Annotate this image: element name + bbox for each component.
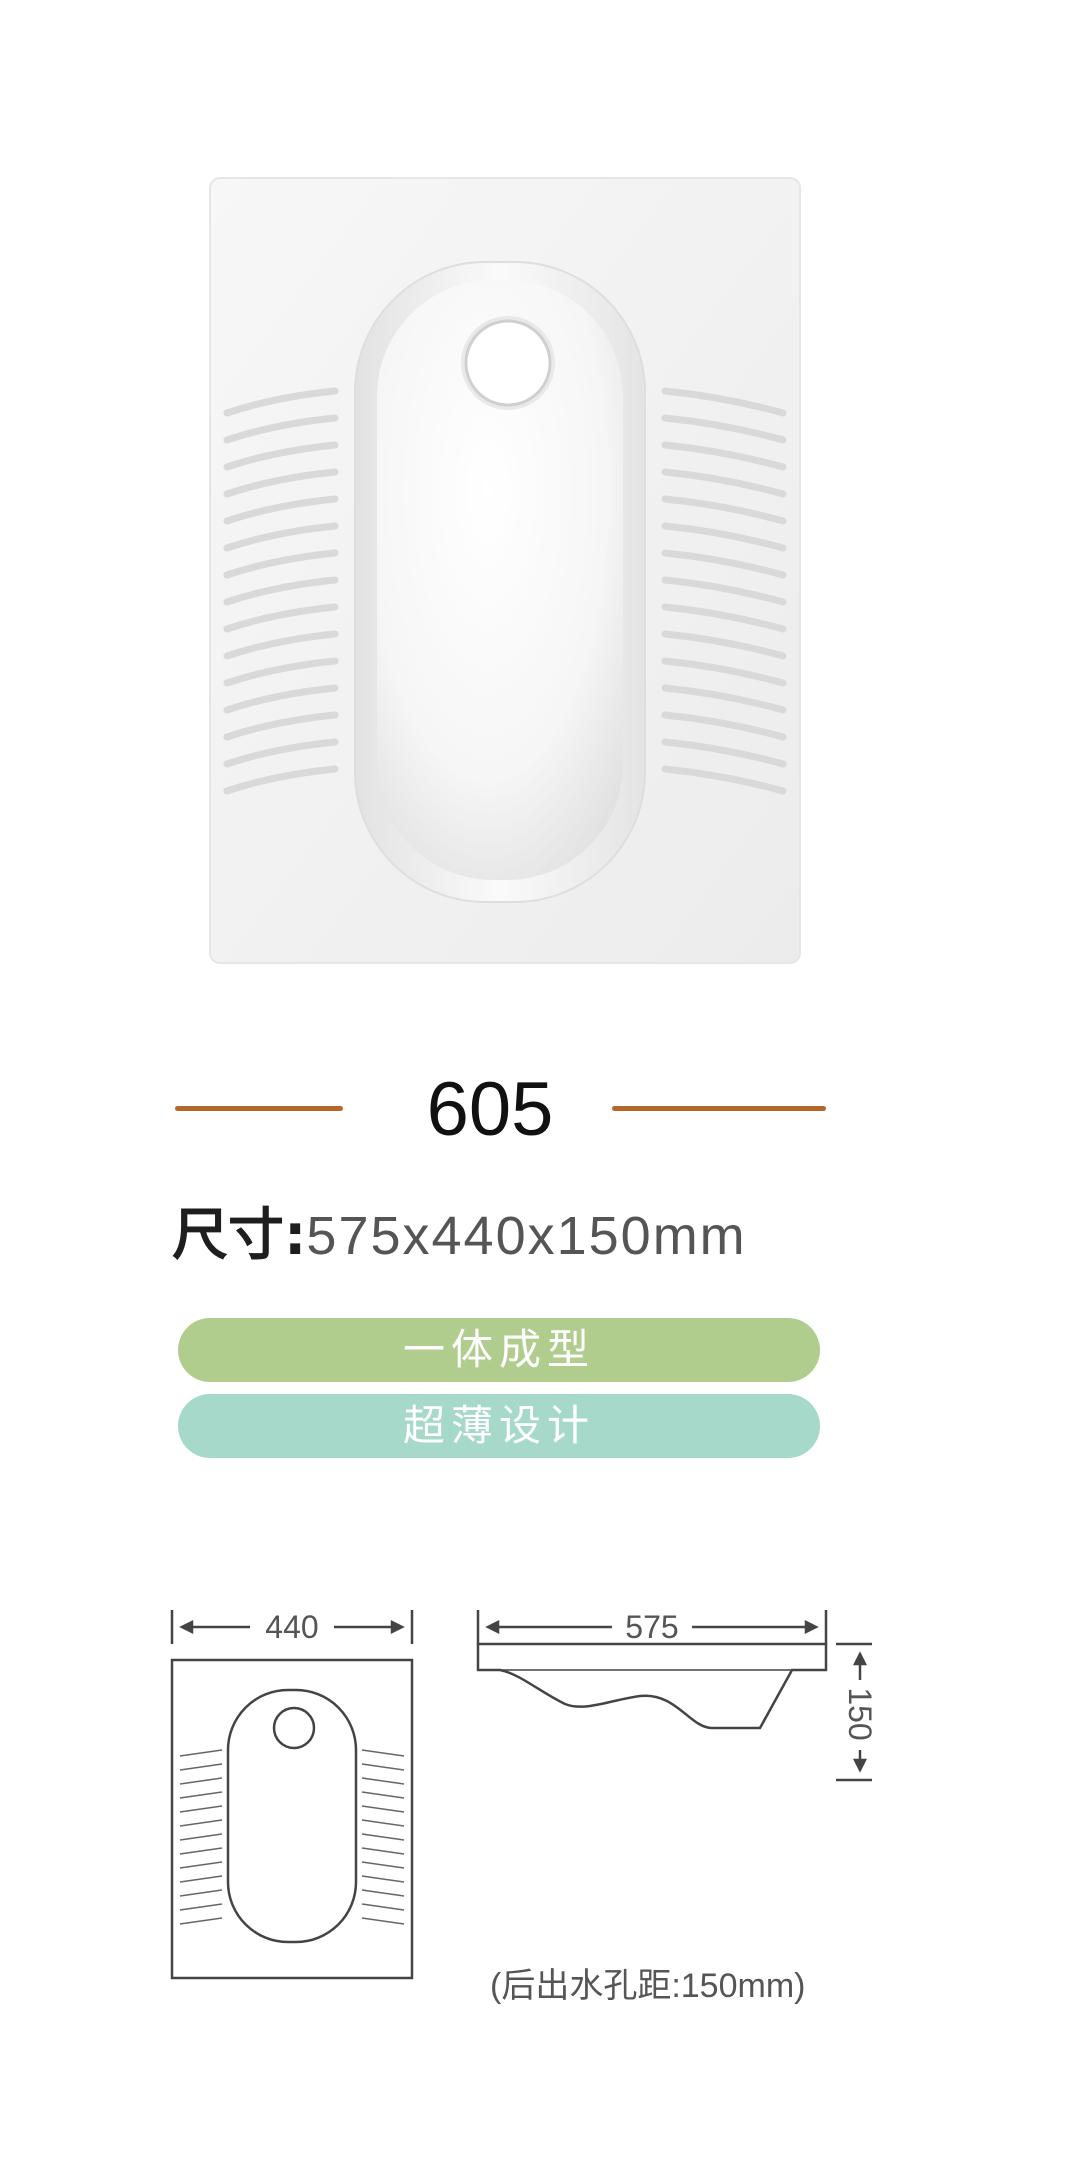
drawing-ridge xyxy=(361,1903,405,1911)
size-label: 尺寸: xyxy=(172,1203,307,1268)
drawing-ridge xyxy=(179,1819,223,1827)
drain-distance-note: (后出水孔距:150mm) xyxy=(490,1967,806,2005)
feature-badge-one-piece: 一体成型 xyxy=(178,1318,820,1382)
drawing-ridge xyxy=(179,1749,223,1757)
drawing-ridge xyxy=(179,1861,223,1869)
drawing-ridge xyxy=(361,1889,405,1897)
feature-badge-ultra-thin: 超薄设计 xyxy=(178,1394,820,1458)
drawing-ridge xyxy=(361,1791,405,1799)
drawing-ridge xyxy=(361,1749,405,1757)
top-width-label: 440 xyxy=(265,1609,318,1645)
drawing-ridge xyxy=(361,1917,405,1925)
drawing-ridge xyxy=(179,1889,223,1897)
squat-toilet-photo xyxy=(209,177,801,964)
drawing-ridge xyxy=(179,1903,223,1911)
drawing-ridge xyxy=(361,1819,405,1827)
drawing-ridge xyxy=(179,1763,223,1771)
side-height-label: 150 xyxy=(842,1687,878,1740)
drawing-ridge xyxy=(361,1833,405,1841)
drawing-ridge xyxy=(361,1777,405,1785)
drawing-ridge xyxy=(361,1763,405,1771)
model-number: 605 xyxy=(426,1067,554,1152)
size-value: 575x440x150mm xyxy=(306,1206,747,1266)
decorative-rule-right xyxy=(612,1106,826,1111)
drawing-ridge xyxy=(179,1847,223,1855)
drawing-ridge xyxy=(361,1861,405,1869)
drawing-ridge xyxy=(361,1847,405,1855)
drawing-ridge xyxy=(179,1875,223,1883)
drawing-ridge xyxy=(179,1805,223,1813)
decorative-rule-left xyxy=(175,1106,343,1111)
drawing-ridge xyxy=(179,1917,223,1925)
drawing-ridge xyxy=(179,1833,223,1841)
drawing-ridge xyxy=(361,1805,405,1813)
size-spec: 尺寸:575x440x150mm xyxy=(172,1196,747,1276)
drawing-ridge xyxy=(179,1791,223,1799)
drawing-ridge xyxy=(179,1777,223,1785)
top-view-drawing xyxy=(170,1610,414,1980)
side-length-label: 575 xyxy=(625,1609,678,1645)
drawing-ridge xyxy=(361,1875,405,1883)
